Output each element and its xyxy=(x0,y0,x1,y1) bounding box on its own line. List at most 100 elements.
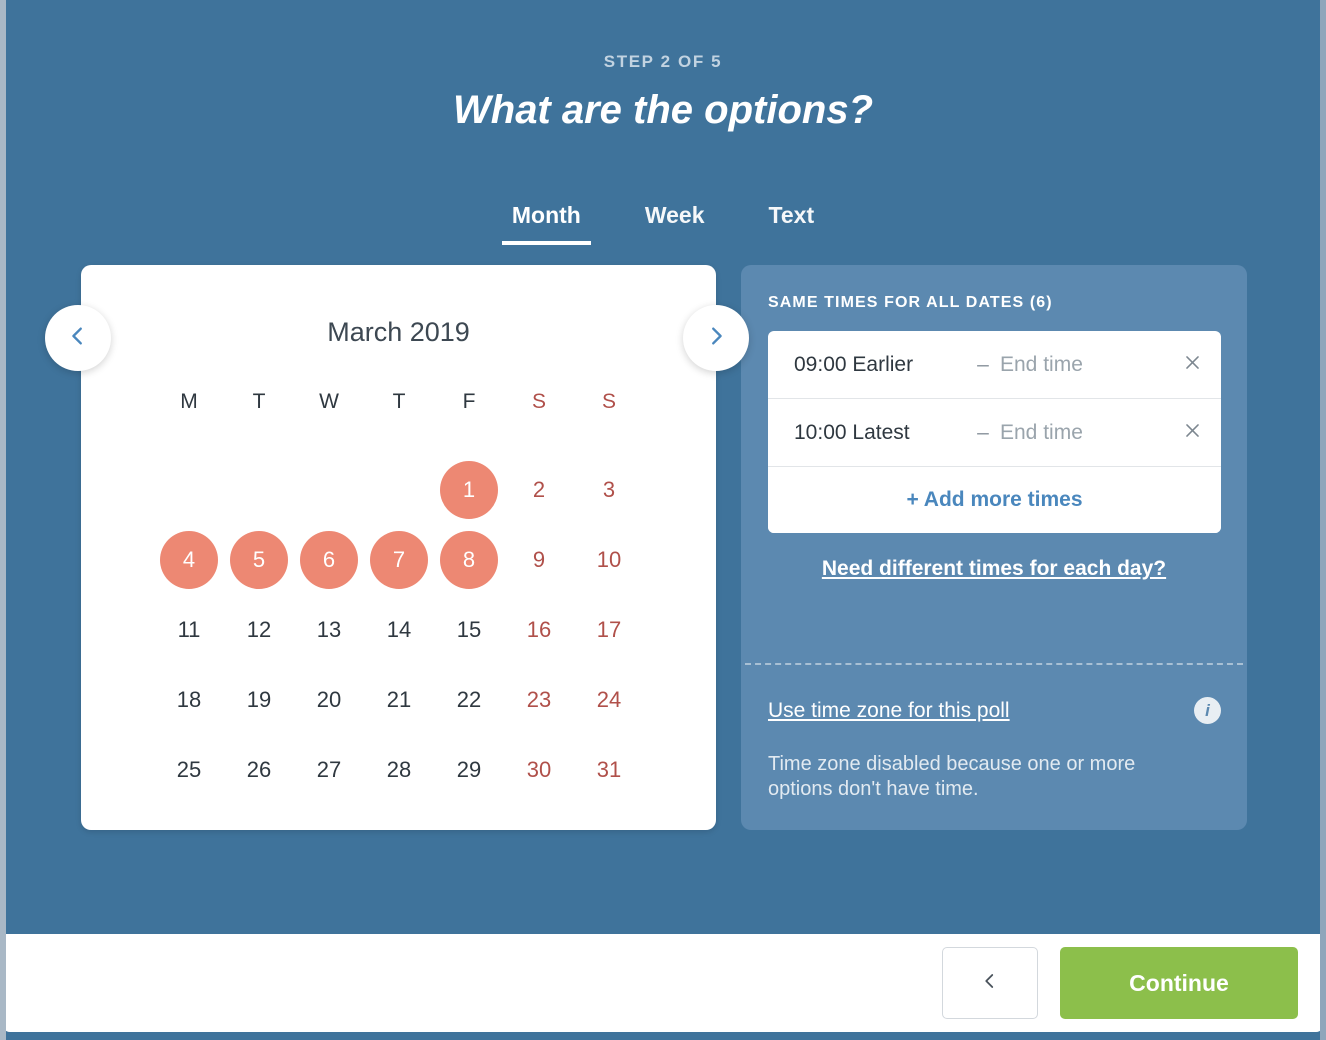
calendar-day[interactable]: 11 xyxy=(154,595,224,665)
calendar-day-number: 1 xyxy=(440,461,498,519)
calendar-day-blank xyxy=(154,455,224,525)
calendar-day[interactable]: 29 xyxy=(434,735,504,805)
calendar-day-number: 16 xyxy=(526,617,552,642)
timezone-row: Use time zone for this poll i xyxy=(768,697,1221,724)
calendar-day-number: 28 xyxy=(386,757,412,782)
calendar-day[interactable]: 15 xyxy=(434,595,504,665)
calendar-day[interactable]: 19 xyxy=(224,665,294,735)
back-button[interactable] xyxy=(942,947,1038,1019)
start-time-field[interactable]: 10:00 Latest xyxy=(794,421,966,445)
calendar-day[interactable]: 24 xyxy=(574,665,644,735)
calendar-day-number: 20 xyxy=(316,687,342,712)
calendar-weekday-header: MTWTFSS xyxy=(154,390,644,414)
tab-month[interactable]: Month xyxy=(501,200,591,245)
info-icon[interactable]: i xyxy=(1194,697,1221,724)
calendar-day-blank xyxy=(364,455,434,525)
remove-time-button[interactable] xyxy=(1163,421,1221,445)
tab-week[interactable]: Week xyxy=(635,200,715,245)
calendar-day[interactable]: 10 xyxy=(574,525,644,595)
calendar-next-month-button[interactable] xyxy=(683,305,749,371)
calendar-day-number: 11 xyxy=(177,617,201,642)
calendar-day-number: 31 xyxy=(596,757,622,782)
calendar-day-number: 8 xyxy=(440,531,498,589)
calendar-day-grid: 1 2 3 4 5 6 7 8 9 10 11 12 13 14 15 16 17 18 19 20 21 22 23 24 2… xyxy=(154,455,644,805)
weekday-header: F xyxy=(462,390,476,413)
calendar-day[interactable]: 12 xyxy=(224,595,294,665)
times-panel: SAME TIMES FOR ALL DATES (6) 09:00 Earli… xyxy=(741,265,1247,830)
calendar-day-number: 12 xyxy=(246,617,272,642)
calendar-day[interactable]: 22 xyxy=(434,665,504,735)
calendar-day[interactable]: 26 xyxy=(224,735,294,805)
calendar-day[interactable]: 9 xyxy=(504,525,574,595)
calendar-day[interactable]: 6 xyxy=(294,525,364,595)
calendar-day-number: 2 xyxy=(532,477,546,502)
calendar-day[interactable]: 20 xyxy=(294,665,364,735)
calendar-day[interactable]: 31 xyxy=(574,735,644,805)
calendar-day[interactable]: 14 xyxy=(364,595,434,665)
calendar-day-number: 30 xyxy=(526,757,552,782)
calendar-day-number: 23 xyxy=(526,687,552,712)
calendar-day[interactable]: 21 xyxy=(364,665,434,735)
timezone-link[interactable]: Use time zone for this poll xyxy=(768,699,1010,723)
footer-bar: Continue xyxy=(2,934,1324,1032)
calendar-day-number: 27 xyxy=(316,757,342,782)
calendar-day-number: 9 xyxy=(532,547,546,572)
end-time-field[interactable]: End time xyxy=(1000,353,1163,377)
weekday-header: T xyxy=(392,390,406,413)
close-icon xyxy=(1183,353,1202,377)
time-rows-card: 09:00 Earlier – End time 10:00 Latest – End t… xyxy=(768,331,1221,533)
calendar-prev-month-button[interactable] xyxy=(45,305,111,371)
calendar-day[interactable]: 17 xyxy=(574,595,644,665)
calendar-day-number: 18 xyxy=(176,687,202,712)
calendar-day[interactable]: 1 xyxy=(434,455,504,525)
chevron-right-icon xyxy=(705,325,727,352)
chevron-left-icon xyxy=(981,972,999,995)
add-more-times-button[interactable]: + Add more times xyxy=(768,467,1221,533)
page-stage: STEP 2 OF 5 What are the options? Month W… xyxy=(0,0,1326,1040)
calendar-day[interactable]: 4 xyxy=(154,525,224,595)
end-time-field[interactable]: End time xyxy=(1000,421,1163,445)
time-row: 10:00 Latest – End time xyxy=(768,399,1221,467)
calendar-day-number: 24 xyxy=(596,687,622,712)
different-times-link[interactable]: Need different times for each day? xyxy=(741,557,1247,581)
calendar-day[interactable]: 13 xyxy=(294,595,364,665)
time-row: 09:00 Earlier – End time xyxy=(768,331,1221,399)
calendar-day[interactable]: 3 xyxy=(574,455,644,525)
panel-divider xyxy=(745,663,1243,665)
close-icon xyxy=(1183,421,1202,445)
calendar-day-number: 29 xyxy=(456,757,482,782)
calendar-day-number: 6 xyxy=(300,531,358,589)
calendar-day-number: 4 xyxy=(160,531,218,589)
calendar-day-number: 10 xyxy=(596,547,622,572)
calendar-day[interactable]: 18 xyxy=(154,665,224,735)
calendar-day[interactable]: 28 xyxy=(364,735,434,805)
calendar-day-number: 3 xyxy=(602,477,616,502)
calendar-day[interactable]: 16 xyxy=(504,595,574,665)
calendar-day[interactable]: 30 xyxy=(504,735,574,805)
remove-time-button[interactable] xyxy=(1163,353,1221,377)
calendar-day[interactable]: 25 xyxy=(154,735,224,805)
window-right-edge xyxy=(1320,0,1326,1040)
calendar-day[interactable]: 7 xyxy=(364,525,434,595)
page-title: What are the options? xyxy=(453,88,873,132)
window-left-edge xyxy=(0,0,6,1040)
calendar-day-blank xyxy=(224,455,294,525)
calendar-day[interactable]: 27 xyxy=(294,735,364,805)
calendar-day-number: 13 xyxy=(316,617,342,642)
calendar-day[interactable]: 23 xyxy=(504,665,574,735)
calendar-day[interactable]: 2 xyxy=(504,455,574,525)
view-mode-tabs: Month Week Text xyxy=(0,200,1326,245)
calendar-month-title: March 2019 xyxy=(327,317,470,347)
calendar-day[interactable]: 8 xyxy=(434,525,504,595)
calendar-day-number: 21 xyxy=(386,687,412,712)
calendar-day-number: 22 xyxy=(456,687,482,712)
chevron-left-icon xyxy=(67,325,89,352)
calendar-day[interactable]: 5 xyxy=(224,525,294,595)
continue-button[interactable]: Continue xyxy=(1060,947,1298,1019)
calendar-day-number: 17 xyxy=(596,617,622,642)
calendar-day-number: 25 xyxy=(176,757,202,782)
calendar-day-number: 26 xyxy=(246,757,272,782)
start-time-field[interactable]: 09:00 Earlier xyxy=(794,353,966,377)
weekday-header: T xyxy=(252,390,266,413)
tab-text[interactable]: Text xyxy=(759,200,825,245)
